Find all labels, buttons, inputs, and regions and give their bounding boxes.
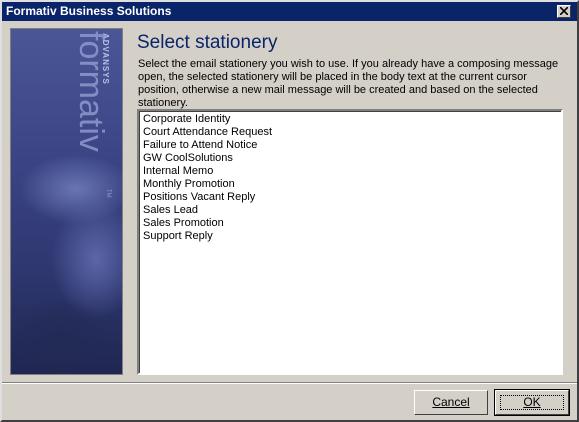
- list-item[interactable]: Court Attendance Request: [143, 126, 272, 139]
- trademark-mark: TM: [105, 189, 111, 198]
- cancel-button-label: Cancel: [432, 395, 470, 409]
- stationery-listbox[interactable]: Corporate Identity Court Attendance Requ…: [137, 109, 563, 375]
- cancel-button[interactable]: Cancel: [414, 390, 488, 415]
- window-title: Formativ Business Solutions: [6, 4, 172, 18]
- brand-banner: ADVANSYS formativ TM: [10, 28, 123, 375]
- list-item[interactable]: Failure to Attend Notice: [143, 139, 257, 152]
- ok-button[interactable]: OK: [494, 389, 570, 416]
- formativ-logo: ADVANSYS formativ TM: [72, 31, 111, 198]
- list-item[interactable]: Corporate Identity: [143, 113, 230, 126]
- title-bar[interactable]: Formativ Business Solutions: [2, 2, 577, 21]
- focus-indicator: [500, 395, 564, 410]
- list-item[interactable]: Monthly Promotion: [143, 178, 235, 191]
- list-item[interactable]: Sales Lead: [143, 204, 198, 217]
- list-item[interactable]: GW CoolSolutions: [143, 152, 233, 165]
- footer-separator: [2, 382, 577, 384]
- list-item[interactable]: Support Reply: [143, 230, 213, 243]
- dialog-window: Formativ Business Solutions ADVANSYS for…: [0, 0, 579, 422]
- list-item[interactable]: Positions Vacant Reply: [143, 191, 255, 204]
- instructions-text: Select the email stationery you wish to …: [138, 58, 559, 109]
- list-item[interactable]: Internal Memo: [143, 165, 213, 178]
- page-title: Select stationery: [137, 32, 278, 53]
- close-button[interactable]: [557, 5, 571, 18]
- close-icon: [560, 7, 568, 15]
- listbox-frame: Corporate Identity Court Attendance Requ…: [139, 111, 561, 373]
- list-item[interactable]: Sales Promotion: [143, 217, 224, 230]
- brand-wordmark: formativ: [72, 31, 110, 152]
